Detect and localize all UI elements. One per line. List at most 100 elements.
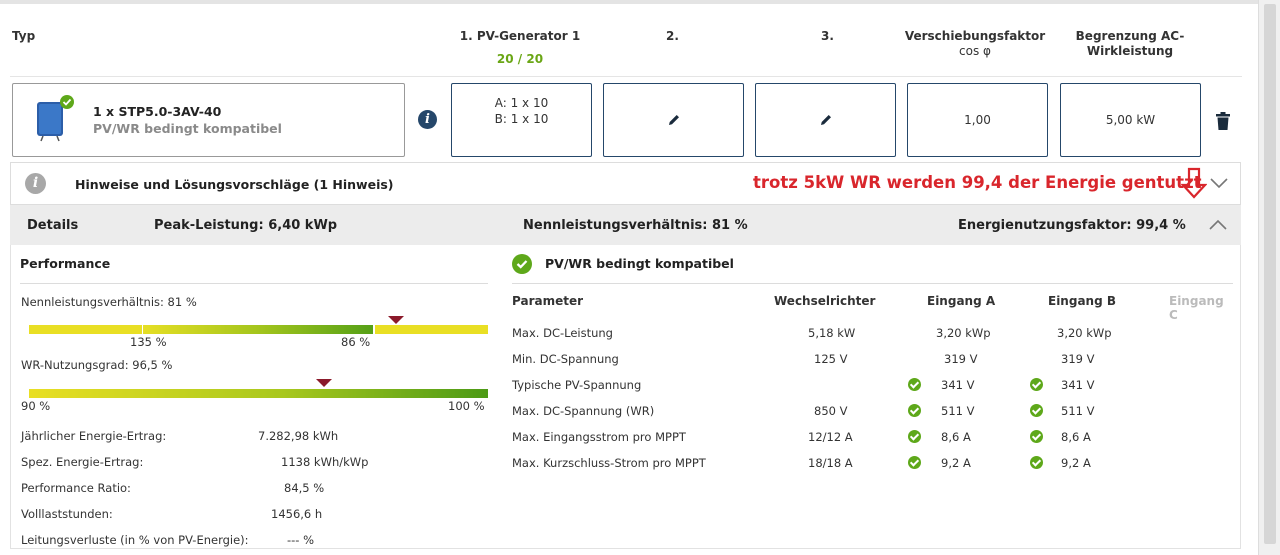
col-inverter: Wechselrichter xyxy=(774,294,876,308)
param-cell: Typische PV-Spannung xyxy=(512,378,642,392)
hint-info-icon: i xyxy=(25,173,46,194)
input-b-cell: 511 V xyxy=(1061,404,1095,418)
ratio-marker-icon xyxy=(388,316,404,324)
hints-label: Hinweise und Lösungsvorschläge (1 Hinwei… xyxy=(75,177,394,192)
inverter-status: PV/WR bedingt kompatibel xyxy=(93,121,282,136)
stat-label: Leitungsverluste (in % von PV-Energie): xyxy=(21,533,249,547)
edit-icon xyxy=(668,115,679,125)
column-header-typ: Typ xyxy=(12,29,36,43)
performance-title: Performance xyxy=(20,256,111,271)
param-cell: Min. DC-Spannung xyxy=(512,352,619,366)
wr-min: 90 % xyxy=(21,399,51,413)
string-b-config: B: 1 x 10 xyxy=(494,112,549,126)
column-header-cos-phi: Verschiebungsfaktor cos φ xyxy=(900,29,1050,59)
stat-label: Spez. Energie-Ertrag: xyxy=(21,455,144,469)
input-b-cell: 8,6 A xyxy=(1061,430,1091,444)
stat-value: 84,5 % xyxy=(284,481,325,495)
inverter-image xyxy=(31,94,75,142)
annotation-text: trotz 5kW WR werden 99,4 der Energie gen… xyxy=(753,173,1202,192)
compatibility-title: PV/WR bedingt kompatibel xyxy=(545,256,734,271)
table-row: Typische PV-Spannung 341 V 341 V xyxy=(512,372,1233,398)
energy-utilization-factor: Energienutzungsfaktor: 99,4 % xyxy=(958,218,1186,233)
input-a-cell: 8,6 A xyxy=(941,430,971,444)
inverter-cell: 125 V xyxy=(814,352,848,366)
column-header-pv-generator: 1. PV-Generator 1 xyxy=(459,29,581,43)
wr-marker-icon xyxy=(316,379,332,387)
column-header-cos-phi-line2: cos φ xyxy=(959,44,991,58)
string-a-config: A: 1 x 10 xyxy=(494,96,549,110)
column-header-ac-limit-line2: Wirkleistung xyxy=(1086,44,1174,58)
configuration-panel: Typ 1. PV-Generator 1 20 / 20 2. 3. Vers… xyxy=(0,0,1258,555)
edit-icon xyxy=(820,115,831,125)
col-input-b: Eingang B xyxy=(1048,294,1116,308)
ac-limit-field[interactable]: 5,00 kW xyxy=(1060,83,1201,157)
pv-generator-module-count: 20 / 20 xyxy=(496,52,544,66)
check-icon xyxy=(908,378,921,391)
arrow-down-icon xyxy=(1180,167,1208,202)
input-b-cell: 341 V xyxy=(1061,378,1095,392)
hints-row[interactable]: i Hinweise und Lösungsvorschläge (1 Hinw… xyxy=(10,162,1241,205)
stat-value: --- % xyxy=(287,533,315,547)
table-row: Min. DC-Spannung 125 V 319 V 319 V xyxy=(512,346,1233,372)
stat-label: Jährlicher Energie-Ertrag: xyxy=(21,429,167,443)
input-a-cell: 341 V xyxy=(941,378,975,392)
inverter-name: 1 x STP5.0-3AV-40 xyxy=(93,104,222,119)
column-header-2: 2. xyxy=(666,29,679,43)
check-icon xyxy=(1030,456,1043,469)
param-cell: Max. Eingangsstrom pro MPPT xyxy=(512,430,686,444)
stat-row: Leitungsverluste (in % von PV-Energie): -… xyxy=(21,527,381,553)
param-cell: Max. Kurzschluss-Strom pro MPPT xyxy=(512,456,706,470)
input-b-cell: 3,20 kWp xyxy=(1057,326,1112,340)
chevron-down-icon[interactable] xyxy=(1209,177,1229,192)
input-a-cell: 9,2 A xyxy=(941,456,971,470)
delete-icon[interactable] xyxy=(1216,112,1230,133)
stat-row: Performance Ratio: 84,5 % xyxy=(21,475,381,501)
input-b-cell: 9,2 A xyxy=(1061,456,1091,470)
inverter-cell: 18/18 A xyxy=(808,456,853,470)
vertical-scrollbar[interactable] xyxy=(1258,0,1280,555)
inverter-card[interactable]: 1 x STP5.0-3AV-40 PV/WR bedingt kompatib… xyxy=(12,83,405,157)
nominal-power-ratio: Nennleistungsverhältnis: 81 % xyxy=(523,218,748,233)
ratio-label: Nennleistungsverhältnis: 81 % xyxy=(21,295,197,309)
inverter-cell: 12/12 A xyxy=(808,430,853,444)
check-icon xyxy=(908,456,921,469)
table-row: Max. DC-Spannung (WR) 850 V 511 V 511 V xyxy=(512,398,1233,424)
stat-value: 7.282,98 kWh xyxy=(258,429,339,443)
header-divider xyxy=(10,76,1242,77)
details-bar[interactable]: Details Peak-Leistung: 6,40 kWp Nennleis… xyxy=(10,205,1241,245)
table-row: Max. DC-Leistung 5,18 kW 3,20 kWp 3,20 k… xyxy=(512,320,1233,346)
input-a-cell: 511 V xyxy=(941,404,975,418)
input-a-cell: 319 V xyxy=(944,352,978,366)
scrollbar-thumb[interactable] xyxy=(1264,4,1276,544)
check-icon xyxy=(1030,404,1043,417)
string-config-box-3[interactable] xyxy=(755,83,896,157)
performance-divider xyxy=(20,283,488,284)
stat-row: Volllaststunden: 1456,6 h xyxy=(21,501,381,527)
col-parameter: Parameter xyxy=(512,294,584,308)
stat-value: 1138 kWh/kWp xyxy=(281,455,369,469)
info-icon[interactable]: i xyxy=(418,110,437,129)
cos-phi-field[interactable]: 1,00 xyxy=(907,83,1048,157)
ratio-tick-left: 135 % xyxy=(130,335,167,349)
col-input-c: Eingang C xyxy=(1169,294,1224,322)
stat-label: Volllaststunden: xyxy=(21,507,113,521)
chevron-up-icon[interactable] xyxy=(1208,219,1228,234)
stat-label: Performance Ratio: xyxy=(21,481,131,495)
inverter-cell: 850 V xyxy=(814,404,848,418)
column-header-ac-limit: Begrenzung AC- Wirkleistung xyxy=(1055,29,1205,59)
string-config-box-2[interactable] xyxy=(603,83,744,157)
table-row: Max. Kurzschluss-Strom pro MPPT 18/18 A … xyxy=(512,450,1233,476)
compatibility-check-icon xyxy=(512,254,532,277)
stat-row: Jährlicher Energie-Ertrag: 7.282,98 kWh xyxy=(21,423,381,449)
compatibility-divider xyxy=(512,283,1233,284)
inverter-cell: 5,18 kW xyxy=(808,326,856,340)
performance-stats: Jährlicher Energie-Ertrag: 7.282,98 kWh S… xyxy=(21,423,381,553)
string-config-box-1[interactable]: A: 1 x 10 B: 1 x 10 xyxy=(451,83,592,157)
column-header-cos-phi-line1: Verschiebungsfaktor xyxy=(904,29,1046,43)
column-header-ac-limit-line1: Begrenzung AC- xyxy=(1075,29,1185,43)
param-cell: Max. DC-Spannung (WR) xyxy=(512,404,655,418)
check-icon xyxy=(908,404,921,417)
col-input-a: Eingang A xyxy=(927,294,996,308)
peak-power: Peak-Leistung: 6,40 kWp xyxy=(154,218,338,233)
ratio-bar xyxy=(29,325,488,334)
